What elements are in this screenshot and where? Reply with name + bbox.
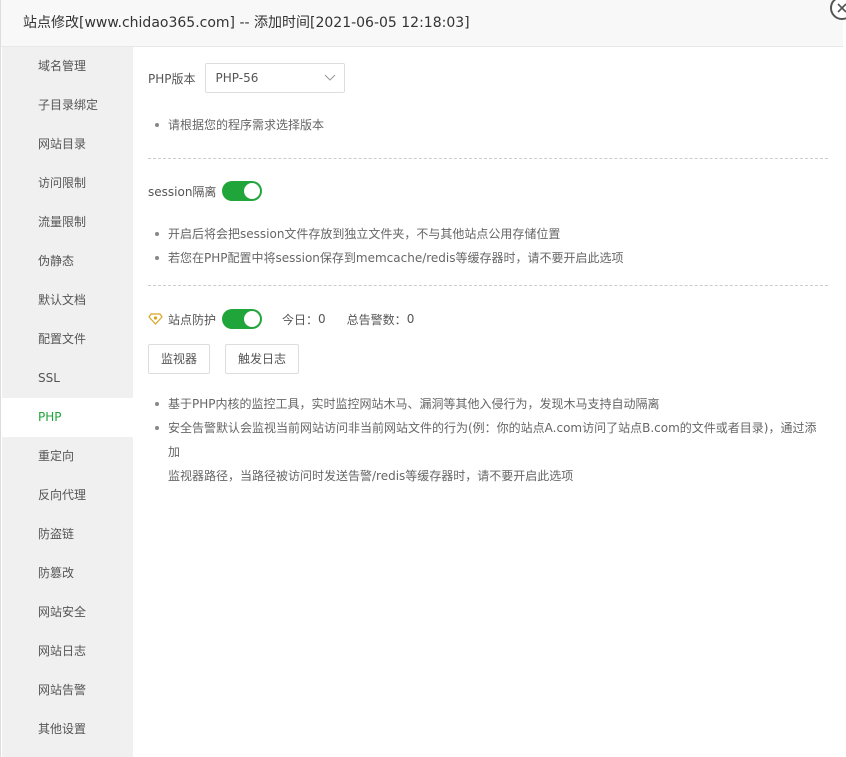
site-settings-dialog: 站点修改[www.chidao365.com] -- 添加时间[2021-06-… (0, 0, 846, 757)
php-version-value: PHP-56 (215, 71, 259, 85)
sidebar-item-label: 重定向 (38, 449, 75, 463)
sidebar-item-subdir-binding[interactable]: 子目录绑定 (2, 86, 133, 125)
total-alert-label: 总告警数： (346, 312, 407, 327)
php-settings-panel: PHP版本 PHP-56 请根据您的程序需求选择版本 session隔离 开启后… (148, 47, 828, 488)
session-row: session隔离 (148, 180, 828, 202)
today-count-value: 0 (318, 312, 326, 326)
sidebar-item-label: 域名管理 (38, 59, 87, 73)
php-version-select[interactable]: PHP-56 (204, 63, 345, 93)
php-version-label: PHP版本 (148, 71, 196, 86)
dialog-titlebar: 站点修改[www.chidao365.com] -- 添加时间[2021-06-… (1, 0, 843, 47)
protection-tips: 基于PHP内核的监控工具，实时监控网站木马、漏洞等其他入侵行为，发现木马支持自动… (152, 392, 828, 488)
sidebar-item-config-file[interactable]: 配置文件 (2, 320, 133, 359)
diamond-shield-icon (148, 313, 163, 325)
sidebar-item-label: 反向代理 (38, 488, 87, 502)
sidebar-item-label: 网站目录 (38, 137, 87, 151)
sidebar-item-label: 网站告警 (38, 683, 87, 697)
sidebar-item-reverse-proxy[interactable]: 反向代理 (2, 476, 133, 515)
tip-item: 安全告警默认会监视当前网站访问非当前网站文件的行为(例：你的站点A.com访问了… (152, 416, 828, 488)
sidebar-item-tamper-proof[interactable]: 防篡改 (2, 554, 133, 593)
chevron-down-icon (324, 74, 335, 81)
sidebar-item-label: SSL (38, 371, 60, 385)
tip-item: 开启后将会把session文件存放到独立文件夹，不与其他站点公用存储位置 (152, 222, 828, 246)
sidebar-item-label: 网站日志 (38, 644, 87, 658)
tip-item: 请根据您的程序需求选择版本 (152, 113, 828, 137)
site-protection-label: 站点防护 (168, 312, 217, 327)
tip-item: 若您在PHP配置中将session保存到memcache/redis等缓存器时，… (152, 246, 828, 270)
sidebar-item-ssl[interactable]: SSL (2, 359, 133, 398)
sidebar-item-label: 防盗链 (38, 527, 75, 541)
session-isolation-label: session隔离 (148, 184, 217, 199)
sidebar-item-traffic-limit[interactable]: 流量限制 (2, 203, 133, 242)
divider (148, 285, 828, 286)
sidebar-item-php[interactable]: PHP (2, 398, 133, 437)
tip-line: 监视器路径，当路径被访问时发送告警/redis等缓存器时，请不要开启此选项 (168, 469, 574, 483)
dialog-title: 站点修改[www.chidao365.com] -- 添加时间[2021-06-… (23, 15, 470, 31)
sidebar-item-label: 伪静态 (38, 254, 75, 268)
sidebar-item-rewrite[interactable]: 伪静态 (2, 242, 133, 281)
php-tips: 请根据您的程序需求选择版本 (152, 113, 828, 137)
settings-sidebar: 域名管理 子目录绑定 网站目录 访问限制 流量限制 伪静态 默认文档 配置文件 … (2, 47, 133, 757)
sidebar-item-label: 防篡改 (38, 566, 75, 580)
session-tips: 开启后将会把session文件存放到独立文件夹，不与其他站点公用存储位置 若您在… (152, 222, 828, 270)
sidebar-item-site-log[interactable]: 网站日志 (2, 632, 133, 671)
divider (148, 158, 828, 159)
tip-item: 基于PHP内核的监控工具，实时监控网站木马、漏洞等其他入侵行为，发现木马支持自动… (152, 392, 828, 416)
sidebar-item-label: 子目录绑定 (38, 98, 99, 112)
sidebar-item-other-settings[interactable]: 其他设置 (2, 710, 133, 749)
site-protection-toggle[interactable] (222, 309, 263, 329)
protection-buttons: 监视器 触发日志 (148, 344, 828, 374)
sidebar-item-label: 网站安全 (38, 605, 87, 619)
toggle-knob (244, 311, 261, 327)
total-alert-value: 0 (406, 312, 415, 326)
sidebar-item-hotlink[interactable]: 防盗链 (2, 515, 133, 554)
sidebar-item-site-security[interactable]: 网站安全 (2, 593, 133, 632)
sidebar-item-default-doc[interactable]: 默认文档 (2, 281, 133, 320)
tip-line: 安全告警默认会监视当前网站访问非当前网站文件的行为(例：你的站点A.com访问了… (168, 421, 817, 459)
sidebar-item-label: 其他设置 (38, 722, 87, 736)
monitor-button[interactable]: 监视器 (148, 344, 211, 374)
today-count-label: 今日： (282, 312, 319, 327)
protection-row: 站点防护 今日： 0 总告警数： 0 (148, 308, 828, 330)
sidebar-item-label: 配置文件 (38, 332, 87, 346)
sidebar-item-site-alert[interactable]: 网站告警 (2, 671, 133, 710)
toggle-knob (244, 183, 261, 199)
sidebar-item-access-limit[interactable]: 访问限制 (2, 164, 133, 203)
sidebar-item-label: 访问限制 (38, 176, 87, 190)
sidebar-item-label: PHP (38, 410, 62, 424)
sidebar-item-domain[interactable]: 域名管理 (2, 47, 133, 86)
trigger-log-button[interactable]: 触发日志 (225, 344, 300, 374)
sidebar-item-site-directory[interactable]: 网站目录 (2, 125, 133, 164)
sidebar-item-label: 流量限制 (38, 215, 87, 229)
session-isolation-toggle[interactable] (222, 181, 263, 201)
sidebar-item-label: 默认文档 (38, 293, 87, 307)
php-version-row: PHP版本 PHP-56 (148, 63, 828, 93)
close-icon (837, 3, 846, 13)
sidebar-item-redirect[interactable]: 重定向 (2, 437, 133, 476)
